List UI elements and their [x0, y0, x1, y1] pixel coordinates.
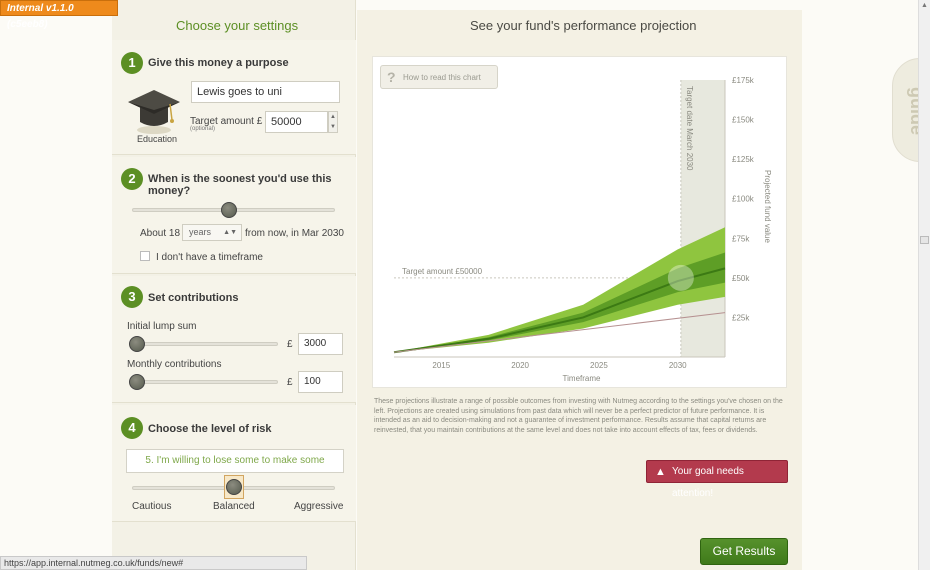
- scroll-thumb[interactable]: [920, 236, 929, 244]
- education-label: Education: [137, 134, 178, 144]
- step-number: 4: [121, 417, 143, 439]
- step-number: 2: [121, 168, 143, 190]
- page-scrollbar[interactable]: ▲: [918, 0, 930, 570]
- contributions-section: 3 Set contributions Initial lump sum £ 3…: [112, 276, 356, 403]
- risk-section: 4 Choose the level of risk 5. I'm willin…: [112, 405, 356, 522]
- step-number: 1: [121, 52, 143, 74]
- version-badge: Internal v1.1.0 (c5eeb8): [0, 0, 118, 30]
- optional-label: (optional): [190, 126, 216, 132]
- target-amount-input[interactable]: 50000: [265, 111, 328, 133]
- purpose-title: Give this money a purpose: [148, 57, 289, 69]
- x-tick-label: 2025: [590, 361, 608, 370]
- no-timeframe-checkbox[interactable]: [140, 251, 150, 261]
- balanced-label: Balanced: [213, 501, 255, 512]
- monthly-input[interactable]: 100: [298, 371, 343, 393]
- y-tick-label: £150k: [732, 116, 755, 125]
- target-date-label: Target date March 2030: [685, 86, 694, 171]
- no-timeframe-label: I don't have a timeframe: [156, 252, 263, 263]
- y-tick-label: £75k: [732, 234, 750, 243]
- y-tick-label: £175k: [732, 76, 755, 85]
- projection-heading: See your fund's performance projection: [470, 18, 697, 33]
- get-results-button[interactable]: Get Results: [700, 538, 788, 565]
- status-bar-url: https://app.internal.nutmeg.co.uk/funds/…: [0, 556, 307, 570]
- timeframe-section: 2 When is the soonest you'd use this mon…: [112, 157, 356, 274]
- x-tick-label: 2015: [432, 361, 450, 370]
- goal-attention-alert[interactable]: ▲ Your goal needs attention!: [646, 460, 788, 499]
- goal-name-input[interactable]: Lewis goes to uni: [191, 81, 340, 103]
- timeframe-slider-handle[interactable]: [221, 202, 238, 218]
- target-marker: [667, 264, 694, 291]
- lump-sum-input[interactable]: 3000: [298, 333, 343, 355]
- select-arrows-icon: ▲▼: [223, 229, 237, 236]
- about-years-label: About 18: [140, 228, 181, 239]
- y-tick-label: £125k: [732, 155, 755, 164]
- lump-currency: £: [287, 339, 293, 350]
- lump-sum-slider-track[interactable]: [132, 342, 278, 346]
- monthly-slider-handle[interactable]: [129, 374, 145, 390]
- monthly-slider-track[interactable]: [132, 380, 278, 384]
- projection-disclaimer: These projections illustrate a range of …: [374, 398, 783, 434]
- x-tick-label: 2020: [511, 361, 529, 370]
- contributions-title: Set contributions: [148, 292, 239, 304]
- risk-level-display: 5. I'm willing to lose some to make some: [126, 449, 344, 473]
- projection-chart: £25k £50k £75k £100k £125k £150k £175k 2015 2020…: [393, 76, 772, 383]
- y-tick-label: £50k: [732, 274, 750, 283]
- years-select[interactable]: years ▲▼: [182, 224, 242, 241]
- risk-title: Choose the level of risk: [148, 423, 272, 435]
- scroll-up-icon[interactable]: ▲: [921, 2, 928, 9]
- warning-icon: ▲: [655, 466, 666, 478]
- lump-sum-slider-handle[interactable]: [129, 336, 145, 352]
- x-axis-title: Timeframe: [563, 374, 601, 383]
- aggressive-label: Aggressive: [294, 501, 344, 512]
- timeframe-title: When is the soonest you'd use this money…: [148, 173, 332, 197]
- monthly-label: Monthly contributions: [127, 359, 222, 370]
- from-now-text: from now, in Mar 2030: [245, 228, 344, 239]
- y-tick-label: £100k: [732, 195, 755, 204]
- risk-slider-handle[interactable]: [223, 475, 244, 499]
- y-tick-label: £25k: [732, 313, 750, 322]
- cautious-label: Cautious: [132, 501, 172, 512]
- step-number: 3: [121, 286, 143, 308]
- settings-heading: Choose your settings: [176, 18, 299, 33]
- monthly-currency: £: [287, 377, 293, 388]
- graduation-cap-icon[interactable]: [126, 84, 182, 136]
- lump-sum-label: Initial lump sum: [127, 321, 197, 332]
- years-select-value: years: [189, 227, 212, 237]
- target-amount-stepper[interactable]: ▲ ▼: [328, 111, 338, 133]
- purpose-section: 1 Give this money a purpose Education Le…: [112, 40, 356, 155]
- y-axis-title: Projected fund value: [763, 170, 772, 243]
- target-amount-label: Target amount £50000: [402, 267, 483, 276]
- x-tick-label: 2030: [669, 361, 687, 370]
